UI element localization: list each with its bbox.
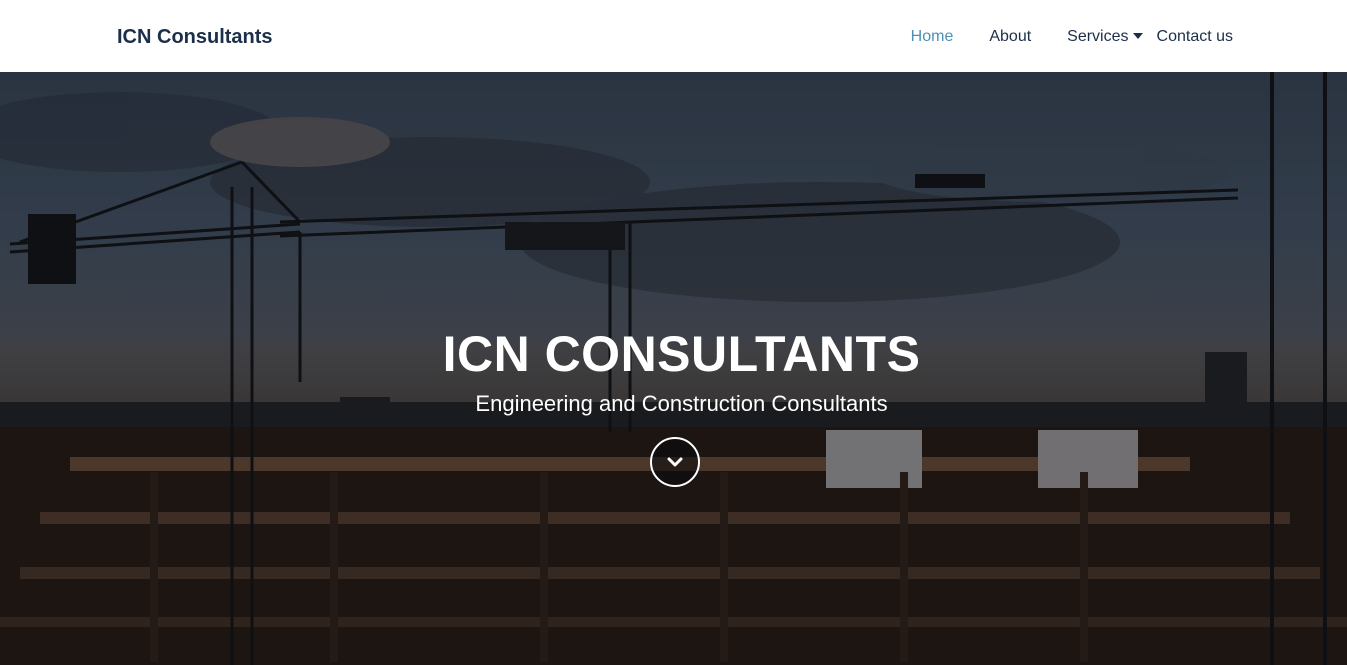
hero-section: ICN CONSULTANTS Engineering and Construc… — [0, 72, 1347, 665]
nav-about[interactable]: About — [989, 24, 1031, 50]
chevron-down-icon — [667, 457, 683, 467]
nav-links: Home About Services Contact us — [911, 24, 1233, 50]
brand-link[interactable]: ICN Consultants — [117, 24, 273, 50]
nav-contact[interactable]: Contact us — [1157, 24, 1233, 50]
caret-down-icon — [1132, 33, 1143, 39]
navbar: ICN Consultants Home About Services Cont… — [0, 0, 1347, 72]
nav-home[interactable]: Home — [911, 24, 954, 50]
scroll-down-button[interactable] — [650, 437, 700, 487]
nav-services-dropdown[interactable]: Services — [1067, 24, 1143, 50]
hero-title: ICN CONSULTANTS — [442, 326, 921, 382]
nav-services-label: Services — [1067, 28, 1129, 45]
hero-subtitle: Engineering and Construction Consultants — [475, 391, 888, 416]
